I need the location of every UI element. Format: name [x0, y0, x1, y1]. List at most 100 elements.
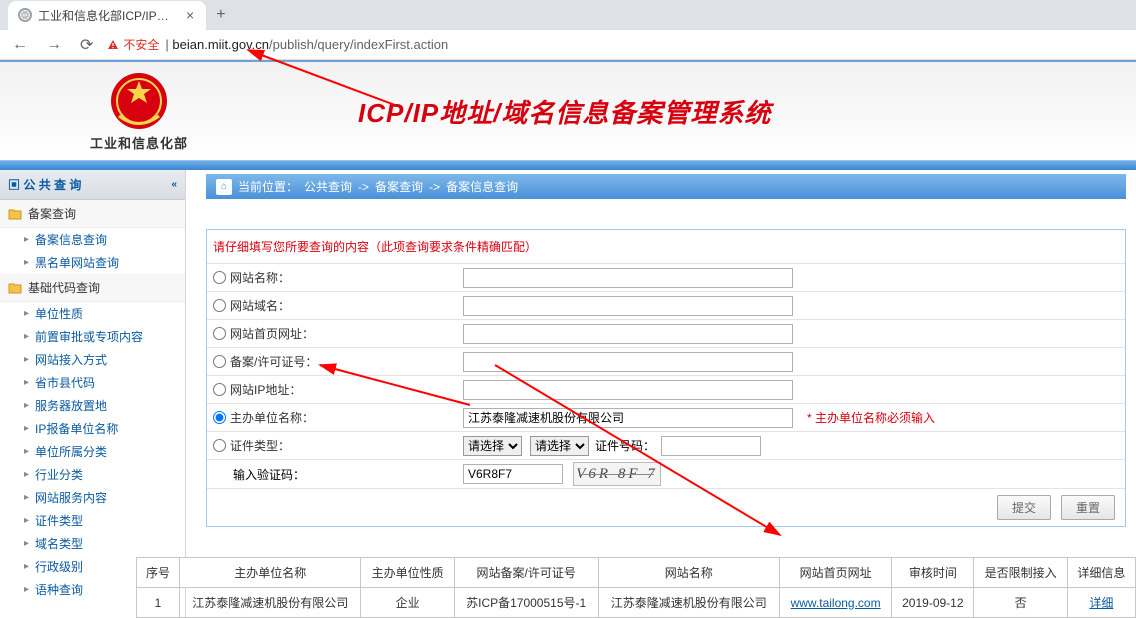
url-text: | beian.miit.gov.cn/publish/query/indexF… — [165, 37, 448, 52]
sidebar-cat-codes[interactable]: 基础代码查询 — [0, 274, 185, 302]
cell-url-link[interactable]: www.tailong.com — [791, 596, 881, 610]
sidebar-item-label: 行政级别 — [35, 558, 83, 575]
input-site-domain[interactable] — [463, 296, 793, 316]
select-cert-type[interactable]: 请选择 — [463, 436, 522, 456]
sidebar-cat-beian[interactable]: 备案查询 — [0, 200, 185, 228]
table-header: 详细信息 — [1067, 558, 1135, 588]
sidebar: ▣ 公 共 查 询 « 备案查询 ▸备案信息查询▸黑名单网站查询 基础代码查询 … — [0, 170, 186, 618]
breadcrumb: ⌂ 当前位置： 公共查询 -> 备案查询 -> 备案信息查询 — [206, 174, 1126, 199]
input-ip[interactable] — [463, 380, 793, 400]
sidebar-item-label: 省市县代码 — [35, 374, 95, 391]
input-cert-no[interactable] — [661, 436, 761, 456]
bullet-icon: ▸ — [24, 308, 29, 319]
input-site-name[interactable] — [463, 268, 793, 288]
input-license[interactable] — [463, 352, 793, 372]
table-header: 是否限制接入 — [974, 558, 1067, 588]
captcha-image[interactable]: V6R 8F 7 — [573, 462, 661, 486]
cell-date: 2019-09-12 — [892, 588, 974, 618]
sidebar-item[interactable]: ▸证件类型 — [0, 509, 185, 532]
emblem-block: 工业和信息化部 — [90, 71, 188, 152]
radio-cert[interactable]: 证件类型： — [213, 434, 463, 457]
site-banner: 工业和信息化部 ICP/IP地址/域名信息备案管理系统 — [0, 60, 1136, 160]
table-header: 网站首页网址 — [779, 558, 891, 588]
form-note: 请仔细填写您所要查询的内容（此项查询要求条件精确匹配） — [207, 230, 1125, 263]
bullet-icon: ▸ — [24, 561, 29, 572]
submit-button[interactable]: 提交 — [997, 495, 1051, 520]
main-layout: ▣ 公 共 查 询 « 备案查询 ▸备案信息查询▸黑名单网站查询 基础代码查询 … — [0, 170, 1136, 618]
radio-org[interactable]: 主办单位名称： — [213, 406, 463, 429]
forward-button[interactable]: → — [42, 36, 66, 54]
radio-ip[interactable]: 网站IP地址： — [213, 378, 463, 401]
bullet-icon: ▸ — [24, 515, 29, 526]
table-header: 网站备案/许可证号 — [454, 558, 598, 588]
radio-site-name[interactable]: 网站名称： — [213, 266, 463, 289]
bullet-icon: ▸ — [24, 354, 29, 365]
home-icon[interactable]: ⌂ — [216, 179, 232, 195]
sidebar-item[interactable]: ▸省市县代码 — [0, 371, 185, 394]
table-header: 主办单位名称 — [180, 558, 361, 588]
sidebar-item[interactable]: ▸行业分类 — [0, 463, 185, 486]
insecure-badge[interactable]: 不安全 — [107, 36, 159, 53]
bullet-icon: ▸ — [24, 400, 29, 411]
warning-icon — [107, 39, 119, 51]
breadcrumb-b[interactable]: 备案查询 — [375, 178, 423, 195]
table-header: 网站名称 — [598, 558, 779, 588]
input-homepage[interactable] — [463, 324, 793, 344]
folder-icon — [8, 208, 22, 220]
bullet-icon: ▸ — [24, 446, 29, 457]
sidebar-item-label: 域名类型 — [35, 535, 83, 552]
bullet-icon: ▸ — [24, 331, 29, 342]
cell-detail-link[interactable]: 详细 — [1089, 596, 1113, 610]
sidebar-item[interactable]: ▸ 单位所属分类 — [0, 440, 185, 463]
back-button[interactable]: ← — [8, 36, 32, 54]
url-box[interactable]: 不安全 | beian.miit.gov.cn/publish/query/in… — [107, 36, 1128, 53]
sidebar-item[interactable]: ▸服务器放置地 — [0, 394, 185, 417]
reset-button[interactable]: 重置 — [1061, 495, 1115, 520]
sidebar-item[interactable]: ▸域名类型 — [0, 532, 185, 555]
reload-button[interactable]: ⟳ — [76, 35, 97, 55]
breadcrumb-a[interactable]: 公共查询 — [304, 178, 352, 195]
breadcrumb-c[interactable]: 备案信息查询 — [446, 178, 518, 195]
sidebar-item[interactable]: ▸黑名单网站查询 — [0, 251, 185, 274]
results-table: 序号主办单位名称主办单位性质网站备案/许可证号网站名称网站首页网址审核时间是否限… — [136, 557, 1136, 618]
sidebar-item[interactable]: ▸单位性质 — [0, 302, 185, 325]
bullet-icon: ▸ — [24, 234, 29, 245]
bullet-icon: ▸ — [24, 423, 29, 434]
chevrons-icon: « — [171, 179, 177, 190]
tab-close-icon[interactable]: × — [184, 7, 196, 23]
sidebar-header[interactable]: ▣ 公 共 查 询 « — [0, 170, 185, 200]
insecure-label: 不安全 — [123, 36, 159, 53]
bullet-icon: ▸ — [24, 469, 29, 480]
breadcrumb-label: 当前位置： — [238, 178, 298, 195]
browser-tab[interactable]: 工业和信息化部ICP/IP地址/域名… × — [8, 1, 206, 30]
org-hint: * 主办单位名称必须输入 — [807, 409, 935, 426]
sidebar-item[interactable]: ▸ IP报备单位名称 — [0, 417, 185, 440]
input-org[interactable] — [463, 408, 793, 428]
sidebar-item[interactable]: ▸ 前置审批或专项内容 — [0, 325, 185, 348]
cell-site: 江苏泰隆减速机股份有限公司 — [598, 588, 779, 618]
sidebar-item-label: IP报备单位名称 — [35, 420, 118, 437]
sidebar-item-label: 单位所属分类 — [35, 443, 107, 460]
radio-site-domain[interactable]: 网站域名： — [213, 294, 463, 317]
cell-license: 苏ICP备17000515号-1 — [454, 588, 598, 618]
select-cert-sub[interactable]: 请选择 — [530, 436, 589, 456]
sidebar-item-label: 前置审批或专项内容 — [35, 328, 143, 345]
sidebar-item-label: 网站接入方式 — [35, 351, 107, 368]
input-captcha[interactable] — [463, 464, 563, 484]
radio-license[interactable]: 备案/许可证号： — [213, 350, 463, 373]
radio-homepage[interactable]: 网站首页网址： — [213, 322, 463, 345]
tab-title: 工业和信息化部ICP/IP地址/域名… — [38, 7, 178, 24]
bullet-icon: ▸ — [24, 257, 29, 268]
address-bar: ← → ⟳ 不安全 | beian.miit.gov.cn/publish/qu… — [0, 30, 1136, 60]
emblem-caption: 工业和信息化部 — [90, 133, 188, 152]
sidebar-item-label: 语种查询 — [35, 581, 83, 598]
sidebar-item[interactable]: ▸ 网站接入方式 — [0, 348, 185, 371]
sidebar-item[interactable]: ▸备案信息查询 — [0, 228, 185, 251]
folder-icon — [8, 282, 22, 294]
tab-bar: 工业和信息化部ICP/IP地址/域名… × + — [0, 0, 1136, 30]
globe-icon — [18, 8, 32, 22]
sidebar-item[interactable]: ▸网站服务内容 — [0, 486, 185, 509]
new-tab-button[interactable]: + — [206, 6, 235, 24]
captcha-label: 输入验证码： — [213, 463, 463, 486]
table-header: 序号 — [137, 558, 180, 588]
